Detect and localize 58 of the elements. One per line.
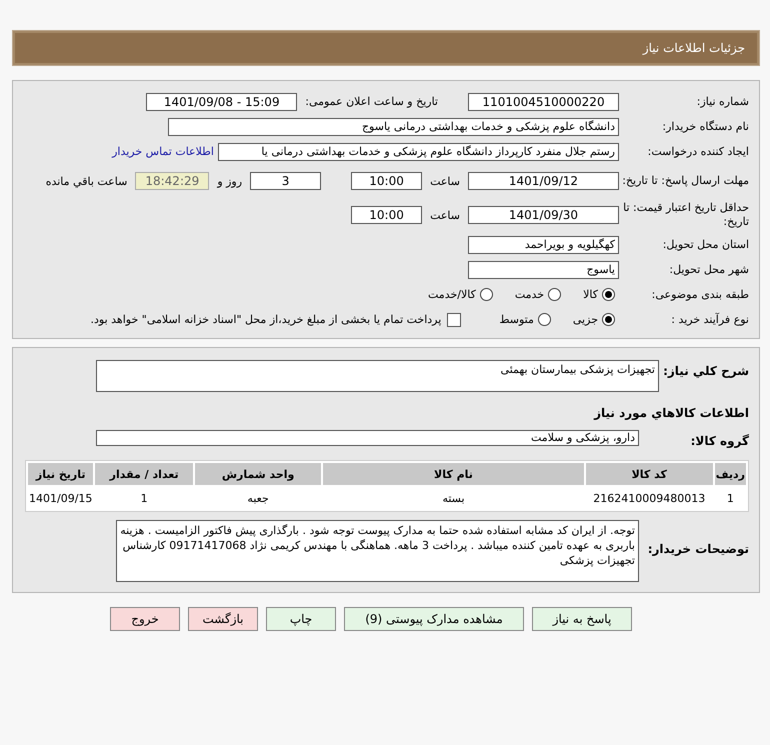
field-label: مهلت ارسال پاسخ: تا تاریخ: — [621, 174, 749, 188]
field-label: ایجاد کننده درخواست: — [646, 144, 749, 158]
column-header: ردیف — [714, 463, 746, 485]
radio-label: متوسط — [499, 313, 534, 326]
column-header: واحد شمارش — [194, 463, 322, 485]
checkbox-label: پرداخت تمام یا بخشی از مبلغ خرید،از محل "اسناد خزانه اسلامی" خواهد بود. — [90, 313, 442, 326]
goods-group-field: دارو، پزشکی و سلامت — [96, 430, 639, 446]
action-button[interactable]: خروج — [110, 607, 180, 631]
province-field: کهگیلویه و بویراحمد — [468, 236, 619, 254]
field-label: روز و — [217, 174, 242, 188]
field-label: استان محل تحویل: — [662, 238, 749, 252]
action-button[interactable]: پاسخ به نیاز — [532, 607, 632, 631]
page-title: جزئیات اطلاعات نیاز — [642, 41, 745, 55]
buyer-name-field: دانشگاه علوم پزشکی و خدمات بهداشتی درمانی یاسوج — [168, 118, 619, 136]
field-label: نوع فرآیند خرید : — [670, 312, 749, 326]
column-header: تاریخ نیاز — [28, 463, 94, 485]
field-label: شهر محل تحویل: — [668, 262, 749, 276]
radio-button[interactable] — [602, 288, 615, 301]
time-field: 10:00 — [351, 172, 422, 190]
need-number-field: 1101004510000220 — [468, 92, 619, 110]
field-label: شرح کلي نياز: — [662, 363, 749, 378]
radio-label: کالا/خدمت — [428, 288, 476, 301]
remaining-time-field: 18:42:29 — [135, 172, 210, 190]
field-label: ساعت — [430, 174, 460, 188]
description-field: تجهیزات پزشکی بیمارستان بهمئی — [96, 360, 659, 392]
notes-field: توجه. از ایران کد مشابه استفاده شده حتما به مدارک پیوست توجه شود . بارگذاری پیش فاکتور الزامیست . هزینه باربری به عهده تامین کننده میباشد . پرداخت 3 ماهه. هماهنگی با مهندس کریمی نژاد 09171417068 کارشناس تجهیزات پزشکی — [116, 520, 639, 582]
field-label: طبقه بندی موضوعی: — [650, 288, 749, 302]
field-label: نام دستگاه خریدار: — [661, 120, 749, 134]
radio-label: جزیی — [572, 313, 598, 326]
checkbox[interactable] — [447, 312, 462, 326]
radio-label: خدمت — [514, 288, 544, 301]
field-label: ساعت — [430, 208, 460, 222]
column-header: تعداد / مقدار — [95, 463, 193, 485]
city-field: یاسوج — [468, 260, 619, 278]
field-label: گروه کالا: — [690, 433, 749, 448]
radio-button[interactable] — [538, 313, 551, 326]
announce-date-field: 1401/09/08 - 15:09 — [146, 92, 298, 110]
creator-field: رستم جلال منفرد کارپرداز دانشگاه علوم پزشکی و خدمات بهداشتی درمانی یا — [218, 142, 619, 160]
radio-button[interactable] — [480, 288, 493, 301]
action-button[interactable]: چاپ — [266, 607, 336, 631]
field-label: توضیحات خریدار: — [646, 541, 749, 556]
field-label: ساعت باقي مانده — [46, 174, 128, 188]
section-heading: اطلاعات کالاهاي مورد نياز — [592, 405, 749, 420]
radio-button[interactable] — [548, 288, 562, 301]
date-field: 1401/09/12 — [468, 172, 619, 190]
radio-button[interactable] — [602, 313, 615, 326]
field-label: شماره نیاز: — [696, 94, 749, 108]
column-header: نام کالا — [323, 463, 584, 485]
date-field: 1401/09/30 — [468, 206, 619, 224]
days-field: 3 — [250, 172, 322, 190]
time-field: 10:00 — [351, 206, 422, 224]
contact-link[interactable]: اطلاعات تماس خریدار — [112, 145, 214, 158]
field-label: تاریخ و ساعت اعلان عمومی: — [305, 95, 438, 108]
column-header: کد کالا — [586, 463, 713, 485]
action-button[interactable]: بازگشت — [188, 607, 258, 631]
action-button[interactable]: مشاهده مدارک پیوستی (9) — [344, 607, 524, 631]
radio-label: کالا — [583, 288, 598, 301]
field-label: حداقل تاریخ اعتبار قیمت: تا تاریخ: — [622, 201, 749, 229]
